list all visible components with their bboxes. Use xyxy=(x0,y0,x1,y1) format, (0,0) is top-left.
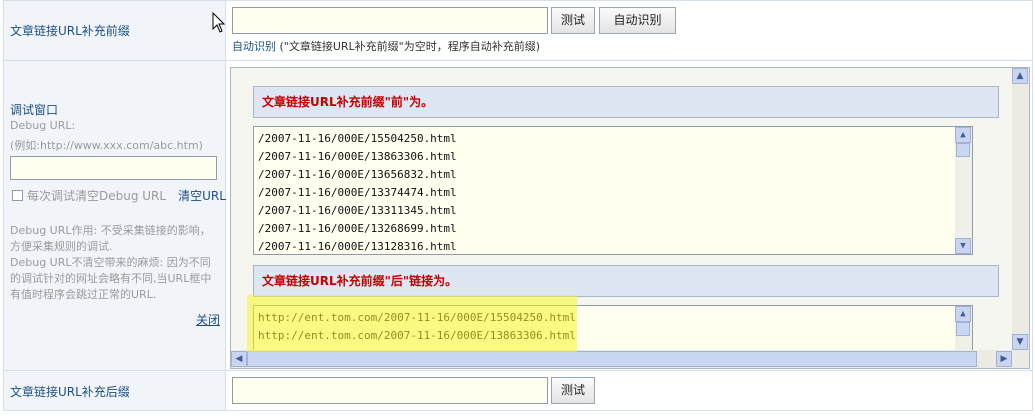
list-item: /2007-11-16/000E/13268699.html xyxy=(258,222,457,235)
close-link[interactable]: 关闭 xyxy=(196,311,220,328)
scroll-down-arrow-icon[interactable]: ▼ xyxy=(955,238,971,254)
scroll-right-arrow-icon[interactable]: ▶ xyxy=(996,351,1012,367)
prefix-hint-line: 自动识别 ("文章链接URL补充前缀"为空时，程序自动补充前缀) xyxy=(232,38,540,54)
clear-url-link[interactable]: 清空URL xyxy=(178,187,226,204)
list-item: /2007-11-16/000E/13656832.html xyxy=(258,168,457,181)
prefix-test-button[interactable]: 测试 xyxy=(551,7,595,34)
suffix-row: 文章链接URL补充后缀 测试 xyxy=(3,370,1033,411)
debug-url-example: (例如:http://www.xxx.com/abc.htm) xyxy=(10,139,203,152)
scroll-thumb[interactable] xyxy=(956,143,970,157)
horizontal-scroll-thumb[interactable] xyxy=(247,351,977,367)
debug-url-input[interactable] xyxy=(10,156,217,180)
debug-help-text: Debug URL作用: 不受采集链接的影响，方便采集规则的调试. Debug … xyxy=(10,224,212,301)
suffix-label: 文章链接URL补充后缀 xyxy=(10,385,130,399)
list-item: /2007-11-16/000E/13128316.html xyxy=(258,240,457,253)
scroll-left-arrow-icon[interactable]: ◀ xyxy=(231,351,247,367)
list-item: /2007-11-16/000E/15504250.html xyxy=(258,132,457,145)
before-prefix-list[interactable]: /2007-11-16/000E/15504250.html/2007-11-1… xyxy=(253,126,973,255)
list-item: /2007-11-16/000E/13863306.html xyxy=(258,150,457,163)
suffix-input[interactable] xyxy=(232,377,548,404)
clear-debug-checkbox[interactable] xyxy=(12,190,23,201)
scroll-up-arrow-icon[interactable]: ▲ xyxy=(1012,68,1028,84)
auto-detect-link[interactable]: 自动识别 xyxy=(232,40,276,53)
mouse-cursor-icon xyxy=(212,12,226,33)
debug-settings-cell: 调试窗口 Debug URL: (例如:http://www.xxx.com/a… xyxy=(4,61,226,370)
prefix-input[interactable] xyxy=(232,7,548,34)
scroll-up-arrow-icon[interactable]: ▲ xyxy=(955,127,971,143)
suffix-field-cell: 测试 xyxy=(226,371,1032,410)
before-prefix-lines: /2007-11-16/000E/15504250.html/2007-11-1… xyxy=(254,127,972,254)
scroll-thumb[interactable] xyxy=(956,322,970,336)
debug-window-title: 调试窗口 xyxy=(10,103,59,117)
scroll-down-arrow-icon[interactable]: ▼ xyxy=(1012,334,1028,350)
prefix-label: 文章链接URL补充前缀 xyxy=(10,24,130,38)
clear-debug-option: 每次调试清空Debug URL 清空URL xyxy=(12,187,226,204)
prefix-label-cell: 文章链接URL补充前缀 xyxy=(4,1,226,60)
list-item: /2007-11-16/000E/13374474.html xyxy=(258,186,457,199)
scroll-up-arrow-icon[interactable]: ▲ xyxy=(955,306,971,322)
debug-url-label: Debug URL: xyxy=(10,119,76,132)
clear-debug-checkbox-label: 每次调试清空Debug URL xyxy=(27,189,167,203)
prefix-row: 文章链接URL补充前缀 测试 自动识别 自动识别 ("文章链接URL补充前缀"为… xyxy=(3,0,1033,61)
auto-detect-button[interactable]: 自动识别 xyxy=(599,7,676,34)
before-prefix-header: 文章链接URL补充前缀"前"为。 xyxy=(253,86,999,118)
prefix-hint-text: ("文章链接URL补充前缀"为空时，程序自动补充前缀) xyxy=(276,40,541,53)
panel-vertical-scrollbar[interactable]: ▲ ▼ xyxy=(1012,68,1029,350)
list-item: /2007-11-16/000E/13311345.html xyxy=(258,204,457,217)
panel-horizontal-scrollbar[interactable]: ◀ ▶ xyxy=(231,350,1029,368)
suffix-label-cell: 文章链接URL补充后缀 xyxy=(4,371,226,410)
before-list-scrollbar[interactable]: ▲ ▼ xyxy=(955,127,972,254)
suffix-test-button[interactable]: 测试 xyxy=(551,377,595,404)
highlight-annotation xyxy=(247,295,577,352)
after-prefix-header: 文章链接URL补充前缀"后"链接为。 xyxy=(253,265,999,297)
prefix-field-cell: 测试 自动识别 自动识别 ("文章链接URL补充前缀"为空时，程序自动补充前缀) xyxy=(226,1,1032,60)
